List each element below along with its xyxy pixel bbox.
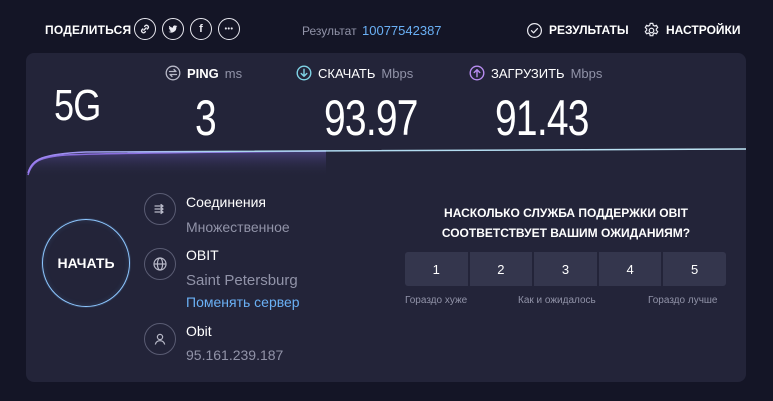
connections-title: Соединения (186, 194, 267, 210)
download-unit: Mbps (381, 65, 414, 81)
rating-option-2[interactable]: 2 (469, 252, 533, 286)
survey-question: НАСКОЛЬКО СЛУЖБА ПОДДЕРЖКИ OBIT СООТВЕТС… (406, 203, 726, 243)
share-more-button[interactable]: ••• (218, 18, 240, 40)
download-label: СКАЧАТЬ (318, 65, 376, 81)
results-label: РЕЗУЛЬТАТЫ (549, 23, 629, 37)
rating-option-3[interactable]: 3 (534, 252, 597, 286)
upload-metric: ЗАГРУЗИТЬ Mbps 91.43 (469, 65, 603, 146)
upload-icon (469, 65, 485, 81)
user-icon (144, 323, 176, 355)
settings-label: НАСТРОЙКИ (666, 23, 741, 37)
facebook-icon: f (199, 23, 203, 35)
survey-question-line1: НАСКОЛЬКО СЛУЖБА ПОДДЕРЖКИ OBIT (444, 206, 688, 220)
ping-icon (165, 65, 181, 81)
scale-high-label: Гораздо лучше (648, 295, 718, 306)
server-name: OBIT (186, 247, 219, 263)
ping-metric: PING ms 3 (165, 65, 243, 146)
rating-scale: 1 2 3 4 5 (405, 252, 726, 286)
upload-label: ЗАГРУЗИТЬ (491, 65, 565, 81)
scale-low-label: Гораздо хуже (405, 295, 468, 306)
link-icon (139, 23, 151, 35)
speedtest-panel: 5G PING ms 3 СКАЧАТЬ Mbps 93.97 ЗАГРУЗИТ… (26, 53, 746, 382)
result-label: Результат (302, 24, 357, 38)
scale-mid-label: Как и ожидалось (518, 295, 596, 306)
survey-question-line2: СООТВЕТСТВУЕТ ВАШИМ ОЖИДАНИЯМ? (441, 226, 691, 240)
share-facebook-button[interactable]: f (190, 18, 212, 40)
ping-unit: ms (224, 65, 243, 81)
server-location: Saint Petersburg (186, 272, 298, 289)
rating-option-4[interactable]: 4 (598, 252, 662, 286)
gear-icon (643, 22, 660, 39)
connection-type: 5G (54, 81, 101, 130)
provider-ip: 95.161.239.187 (186, 347, 284, 363)
start-button[interactable]: НАЧАТЬ (42, 219, 130, 307)
results-nav-button[interactable]: РЕЗУЛЬТАТЫ (526, 18, 629, 42)
share-label: ПОДЕЛИТЬСЯ (45, 23, 132, 37)
upload-unit: Mbps (570, 65, 603, 81)
more-icon: ••• (224, 25, 234, 33)
download-metric: СКАЧАТЬ Mbps 93.97 (296, 65, 418, 146)
share-link-button[interactable] (134, 18, 156, 40)
connections-value: Множественное (186, 219, 290, 235)
check-circle-icon (526, 22, 543, 39)
connections-icon (144, 193, 176, 225)
globe-icon (144, 248, 176, 280)
download-icon (296, 65, 312, 81)
ping-label: PING (187, 65, 219, 81)
speed-graph (27, 148, 746, 177)
twitter-icon (167, 23, 179, 35)
share-twitter-button[interactable] (162, 18, 184, 40)
settings-nav-button[interactable]: НАСТРОЙКИ (643, 18, 740, 42)
start-button-label: НАЧАТЬ (57, 255, 115, 271)
result-id-link[interactable]: 10077542387 (362, 23, 442, 38)
rating-option-1[interactable]: 1 (405, 252, 468, 286)
rating-option-5[interactable]: 5 (663, 252, 726, 286)
change-server-link[interactable]: Поменять сервер (186, 294, 300, 310)
provider-name: Obit (186, 323, 212, 339)
top-bar: ПОДЕЛИТЬСЯ f ••• Результат 10077542387 Р… (0, 0, 773, 56)
